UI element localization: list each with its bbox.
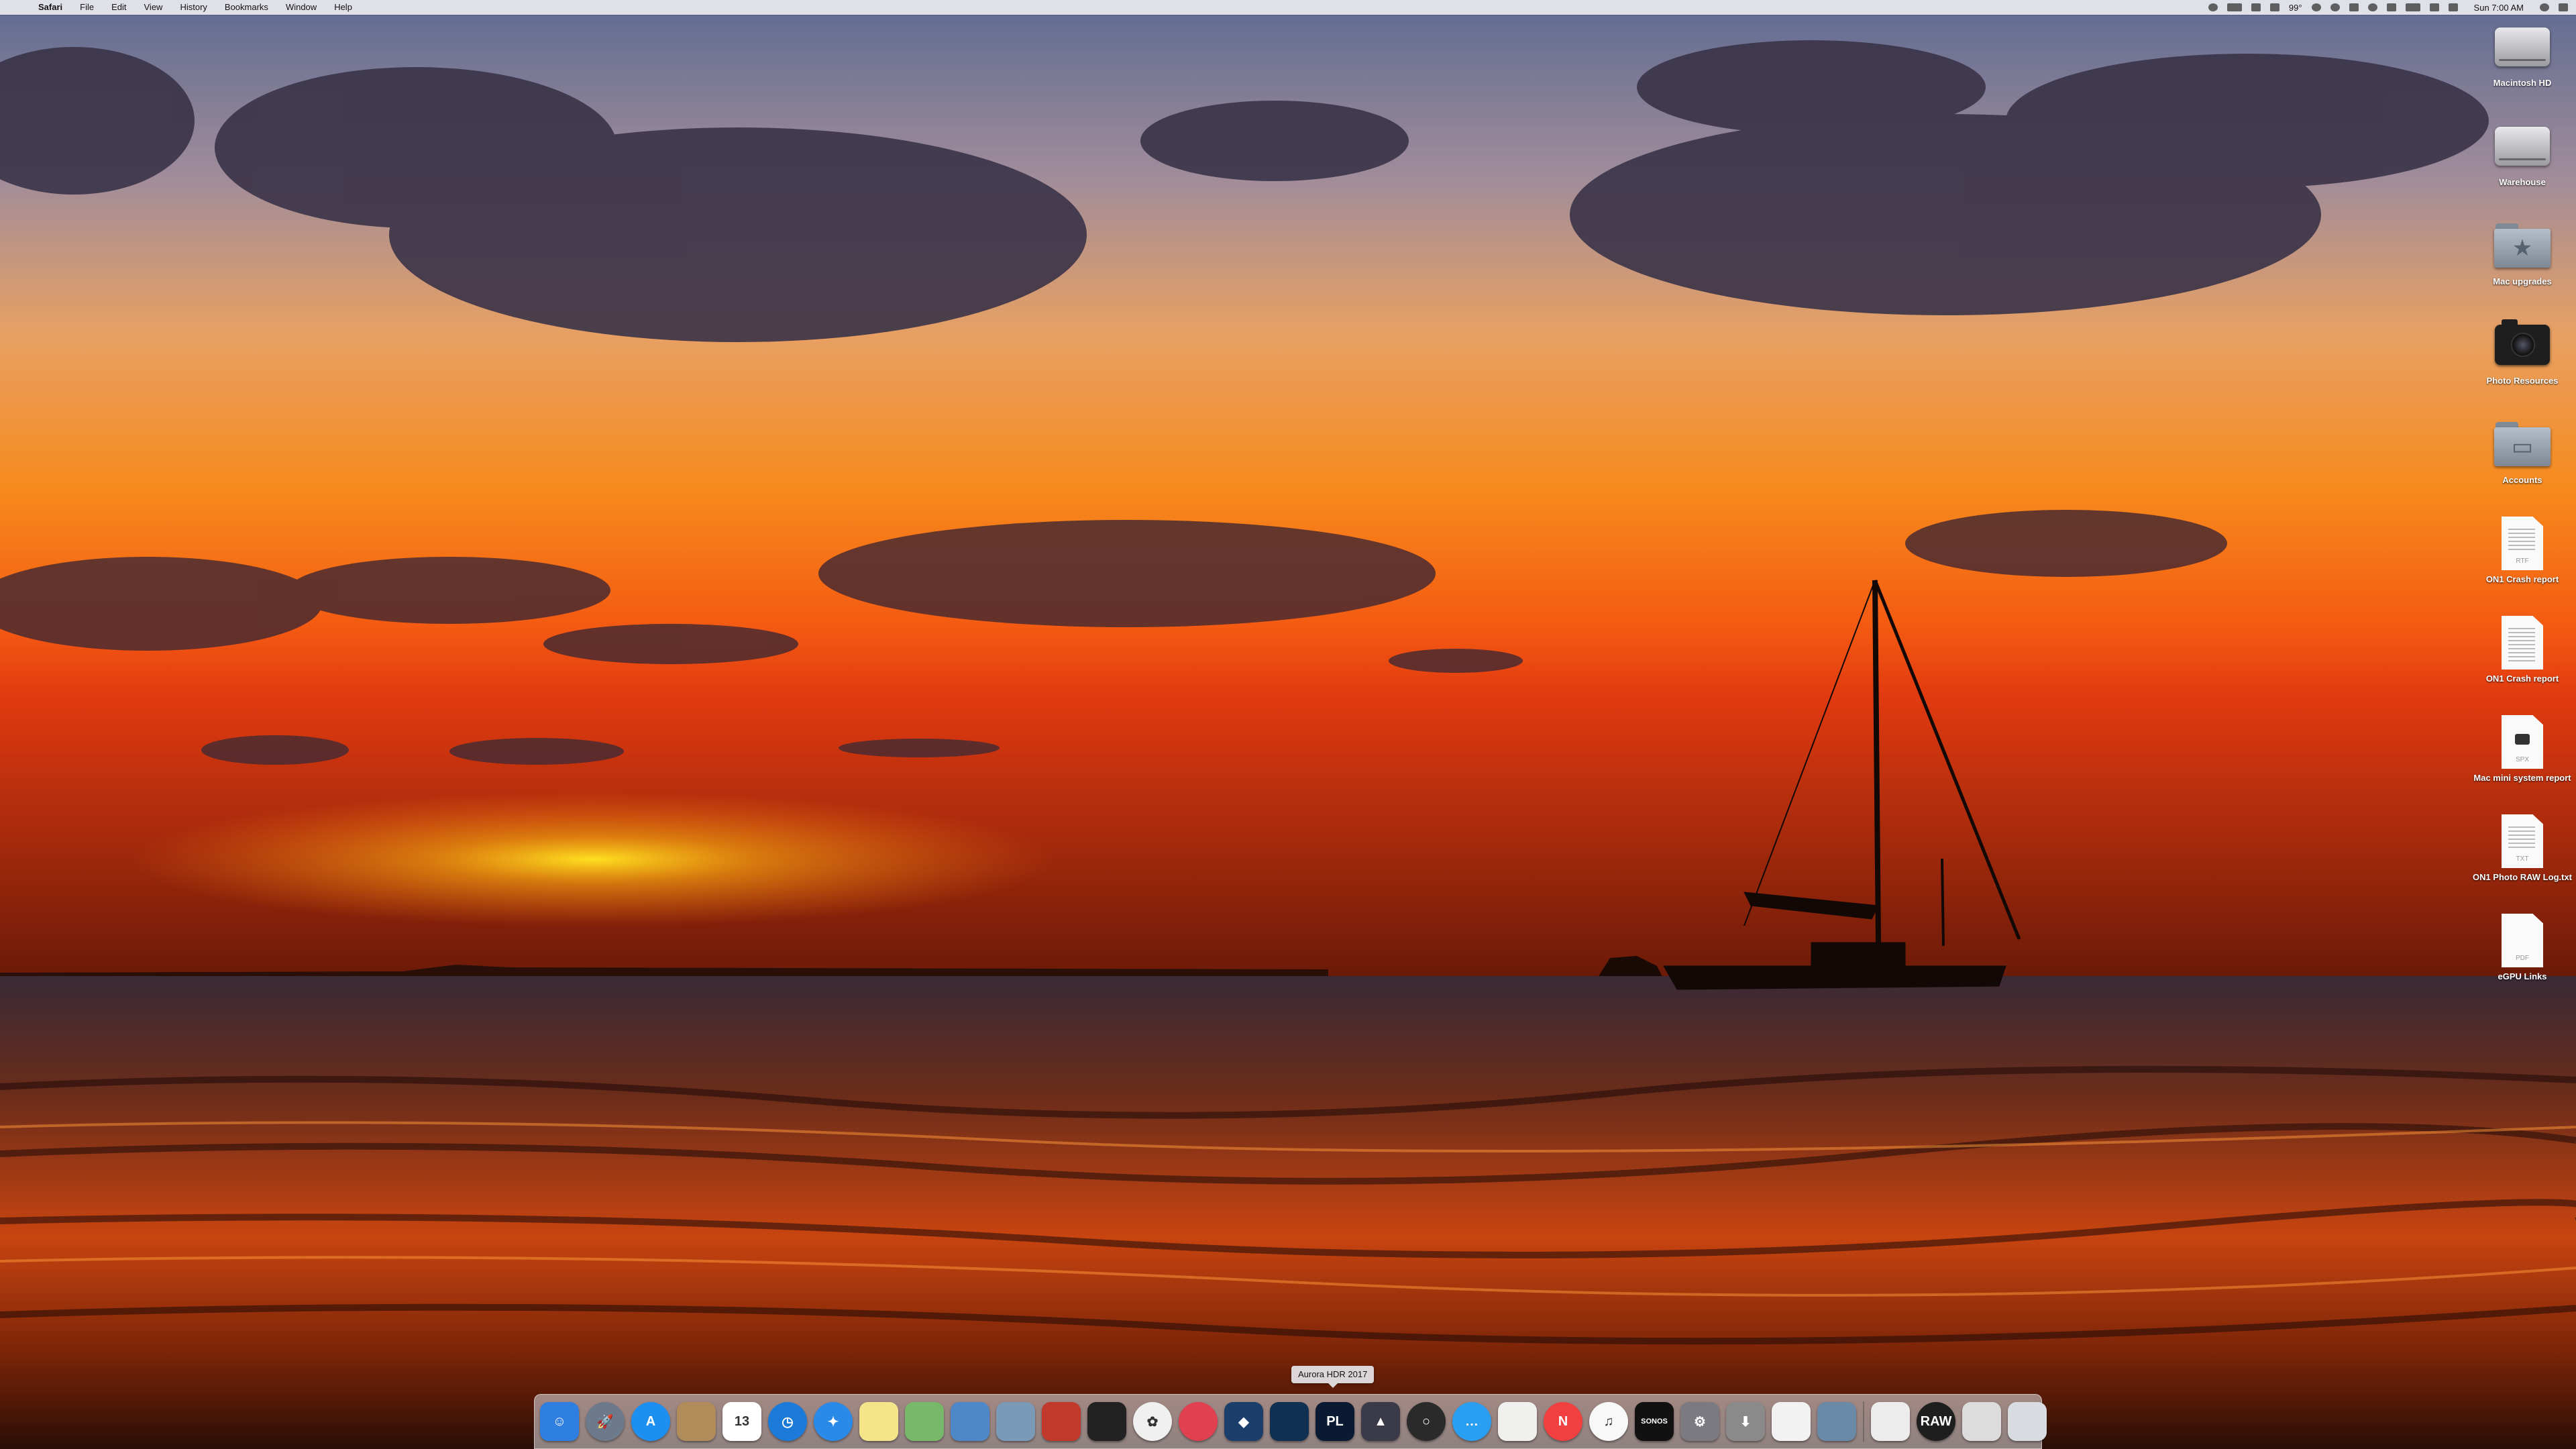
- dock-system-preferences-icon[interactable]: ⚙: [1680, 1402, 1719, 1441]
- camera-icon: [2493, 318, 2552, 372]
- document-icon: RTF: [2493, 517, 2552, 570]
- dock-affinity-icon[interactable]: ◆: [1224, 1402, 1263, 1441]
- dock-finder-icon[interactable]: ☺: [540, 1402, 579, 1441]
- desktop-icon-label: ON1 Photo RAW Log.txt: [2472, 872, 2573, 882]
- dock-raw-icon[interactable]: RAW: [1917, 1402, 1955, 1441]
- menu-bar: Safari File Edit View History Bookmarks …: [0, 0, 2576, 15]
- dock-aurora-hdr-icon[interactable]: ▲: [1361, 1402, 1400, 1441]
- dock-trash-icon[interactable]: [2008, 1402, 2047, 1441]
- file-extension: TXT: [2516, 855, 2529, 863]
- desktop-icon-photo-resources[interactable]: Photo Resources: [2472, 318, 2573, 412]
- system-report-icon: SPX: [2493, 715, 2552, 769]
- menu-window[interactable]: Window: [277, 0, 325, 15]
- desktop-icon-warehouse[interactable]: Warehouse: [2472, 119, 2573, 213]
- dock-file-icon[interactable]: [1871, 1402, 1910, 1441]
- dock-tooltip: Aurora HDR 2017: [1291, 1366, 1375, 1388]
- dock-sonos-icon[interactable]: SONOS: [1635, 1402, 1674, 1441]
- hard-disk-icon: [2493, 20, 2552, 74]
- wifi-icon[interactable]: [2386, 3, 2396, 11]
- spotlight-icon[interactable]: [2540, 3, 2549, 11]
- desktop-wallpaper: [0, 0, 2576, 1449]
- dock-news-icon[interactable]: N: [1544, 1402, 1582, 1441]
- desktop-icon-label: Mac upgrades: [2493, 276, 2552, 286]
- dock-on1-icon[interactable]: [1179, 1402, 1218, 1441]
- desktop-icon-label: Accounts: [2502, 475, 2542, 485]
- folder-icon: ▭: [2493, 417, 2552, 471]
- dock-launchpad-icon[interactable]: 🚀: [586, 1402, 625, 1441]
- desktop-icon-on1-crash-report-rtf[interactable]: RTF ON1 Crash report: [2472, 517, 2573, 610]
- dock-lens-app-icon[interactable]: ○: [1407, 1402, 1446, 1441]
- dock: ☺ 🚀 A 13 ◷ ✦ ✿ ◆ PL ▲ ○… N ♫ SONOS ⚙ ⬇ RAW: [534, 1394, 2047, 1449]
- text-file-icon: TXT: [2493, 814, 2552, 868]
- desktop-icon-on1-crash-report[interactable]: ON1 Crash report: [2472, 616, 2573, 710]
- dock-image-capture-icon[interactable]: [996, 1402, 1035, 1441]
- dock-airdrop-icon[interactable]: [1087, 1402, 1126, 1441]
- dock-photo-booth-icon[interactable]: [1042, 1402, 1081, 1441]
- menu-file[interactable]: File: [71, 0, 103, 15]
- desktop-icon-egpu-links[interactable]: PDF eGPU Links: [2472, 914, 2573, 1008]
- dock-app-store-icon[interactable]: A: [631, 1402, 670, 1441]
- dock-window-stack-icon[interactable]: [1962, 1402, 2001, 1441]
- settings-extra-icon[interactable]: [2311, 3, 2321, 11]
- dock-contacts-icon[interactable]: [677, 1402, 716, 1441]
- dock-photolab-icon[interactable]: PL: [1316, 1402, 1354, 1441]
- dock-safari-icon[interactable]: ✦: [814, 1402, 853, 1441]
- dock-time-machine-icon[interactable]: ◷: [768, 1402, 807, 1441]
- dock-calendar-icon[interactable]: 13: [722, 1402, 761, 1441]
- menu-bookmarks[interactable]: Bookmarks: [216, 0, 277, 15]
- desktop-icon-label: eGPU Links: [2498, 971, 2547, 981]
- menu-help[interactable]: Help: [325, 0, 361, 15]
- temperature-readout[interactable]: 99°: [2289, 3, 2302, 13]
- dock-layers-icon[interactable]: [1270, 1402, 1309, 1441]
- menu-view[interactable]: View: [136, 0, 172, 15]
- menu-history[interactable]: History: [171, 0, 215, 15]
- time-machine-icon[interactable]: [2367, 3, 2377, 11]
- bluetooth-icon[interactable]: [2269, 3, 2279, 11]
- desktop-icon-label: Photo Resources: [2486, 376, 2559, 386]
- dock-image-folder-icon[interactable]: [1817, 1402, 1856, 1441]
- mic-icon[interactable]: [2349, 3, 2359, 11]
- file-extension: SPX: [2515, 756, 2529, 763]
- menu-edit[interactable]: Edit: [103, 0, 135, 15]
- display-icon[interactable]: [2226, 3, 2242, 11]
- folder-star-icon: ★: [2493, 219, 2552, 272]
- dropbox-icon[interactable]: [2208, 3, 2218, 11]
- dock-downloads-icon[interactable]: ⬇: [1726, 1402, 1765, 1441]
- desktop-icon-mac-upgrades[interactable]: ★ Mac upgrades: [2472, 219, 2573, 313]
- desktop-icon-label: Macintosh HD: [2493, 78, 2552, 88]
- dock-maps-icon[interactable]: [905, 1402, 944, 1441]
- status-area: 99° Sun 7:00 AM: [2208, 3, 2576, 13]
- desktop-icon-on1-photo-raw-log[interactable]: TXT ON1 Photo RAW Log.txt: [2472, 814, 2573, 908]
- menu-safari[interactable]: Safari: [30, 0, 71, 15]
- dock-preview-icon[interactable]: [951, 1402, 989, 1441]
- menubar-clock[interactable]: Sun 7:00 AM: [2467, 3, 2530, 13]
- desktop-icon-macintosh-hd[interactable]: Macintosh HD: [2472, 20, 2573, 114]
- hard-disk-icon: [2493, 119, 2552, 173]
- file-extension: PDF: [2516, 955, 2529, 962]
- menu-extra-icon[interactable]: [2251, 3, 2261, 11]
- file-extension: RTF: [2516, 557, 2529, 565]
- dock-notes-icon[interactable]: [859, 1402, 898, 1441]
- battery-icon[interactable]: [2448, 3, 2458, 11]
- dock-messages-icon[interactable]: …: [1452, 1402, 1491, 1441]
- desktop-icon-mac-mini-system-report[interactable]: SPX Mac mini system report: [2472, 715, 2573, 809]
- dock-itunes-icon[interactable]: ♫: [1589, 1402, 1628, 1441]
- desktop-icon-label: Mac mini system report: [2473, 773, 2571, 783]
- pdf-file-icon: PDF: [2493, 914, 2552, 967]
- desktop-icon-label: Warehouse: [2499, 177, 2546, 187]
- desktop-icon-label: ON1 Crash report: [2485, 674, 2559, 684]
- dock-documents-icon[interactable]: [1772, 1402, 1811, 1441]
- document-icon: [2493, 616, 2552, 669]
- dock-textedit-icon[interactable]: [1498, 1402, 1537, 1441]
- dock-photos-icon[interactable]: ✿: [1133, 1402, 1172, 1441]
- volume-icon[interactable]: [2429, 3, 2439, 11]
- desktop-icon-accounts[interactable]: ▭ Accounts: [2472, 417, 2573, 511]
- desktop-icon-label: ON1 Crash report: [2485, 574, 2559, 584]
- dock-separator: [1863, 1401, 1864, 1442]
- notification-center-icon[interactable]: [2559, 3, 2568, 11]
- airplay-icon[interactable]: [2405, 3, 2420, 11]
- sync-icon[interactable]: [2330, 3, 2340, 11]
